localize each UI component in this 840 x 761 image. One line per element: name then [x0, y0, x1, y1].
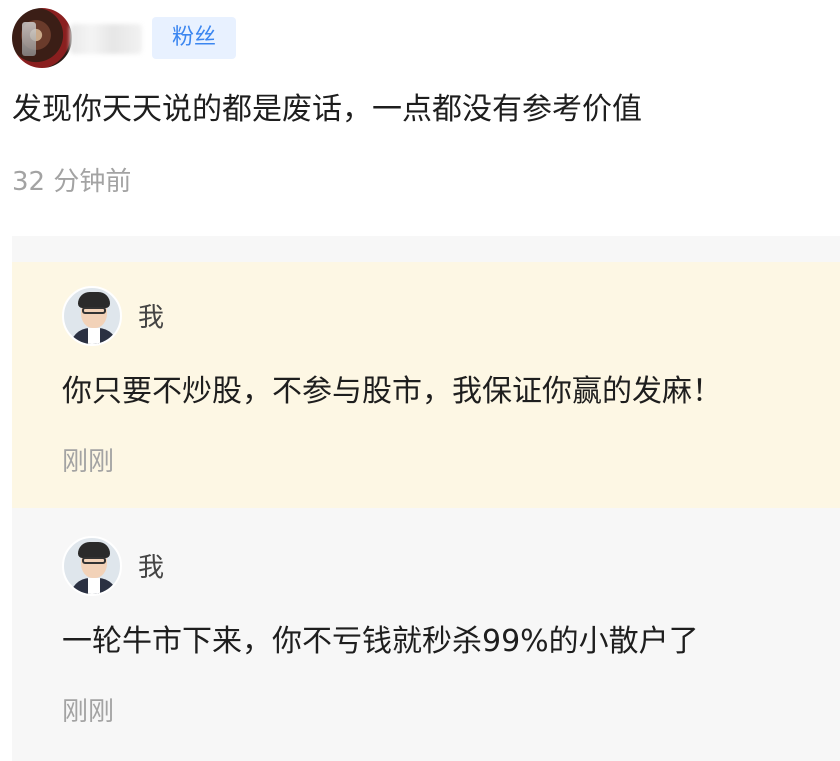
avatar-shirt — [88, 578, 100, 594]
reply-item-highlighted[interactable]: 我 你只要不炒股，不参与股市，我保证你赢的发麻！ 刚刚 — [12, 262, 840, 508]
reply-item[interactable]: 我 一轮牛市下来，你不亏钱就秒杀99%的小散户了 刚刚 — [12, 508, 840, 761]
reply-text: 你只要不炒股，不参与股市，我保证你赢的发麻！ — [62, 374, 722, 409]
comment-time: 32 分钟前 — [12, 167, 132, 197]
avatar-shirt — [88, 328, 100, 344]
reply-text: 一轮牛市下来，你不亏钱就秒杀99%的小散户了 — [62, 624, 699, 659]
replies-section: 我 你只要不炒股，不参与股市，我保证你赢的发麻！ 刚刚 我 一轮牛市下来，你不亏… — [12, 236, 840, 761]
reply-time: 刚刚 — [62, 447, 115, 477]
fan-badge: 粉丝 — [152, 17, 236, 59]
avatar-glasses — [82, 557, 106, 564]
reply-author-name[interactable]: 我 — [138, 550, 164, 586]
replies-divider — [12, 236, 840, 262]
reply-time: 刚刚 — [62, 697, 115, 727]
top-comment: 粉丝 发现你天天说的都是废话，一点都没有参考价值 32 分钟前 — [0, 0, 840, 236]
avatar-hair — [78, 292, 110, 308]
comment-text: 发现你天天说的都是废话，一点都没有参考价值 — [12, 92, 642, 127]
commenter-username-blurred[interactable] — [70, 24, 142, 54]
reply-author-name[interactable]: 我 — [138, 300, 164, 336]
avatar-hair — [78, 542, 110, 558]
commenter-avatar[interactable] — [12, 8, 72, 68]
reply-avatar[interactable] — [62, 536, 122, 596]
avatar-glasses — [82, 307, 106, 314]
reply-avatar[interactable] — [62, 286, 122, 346]
